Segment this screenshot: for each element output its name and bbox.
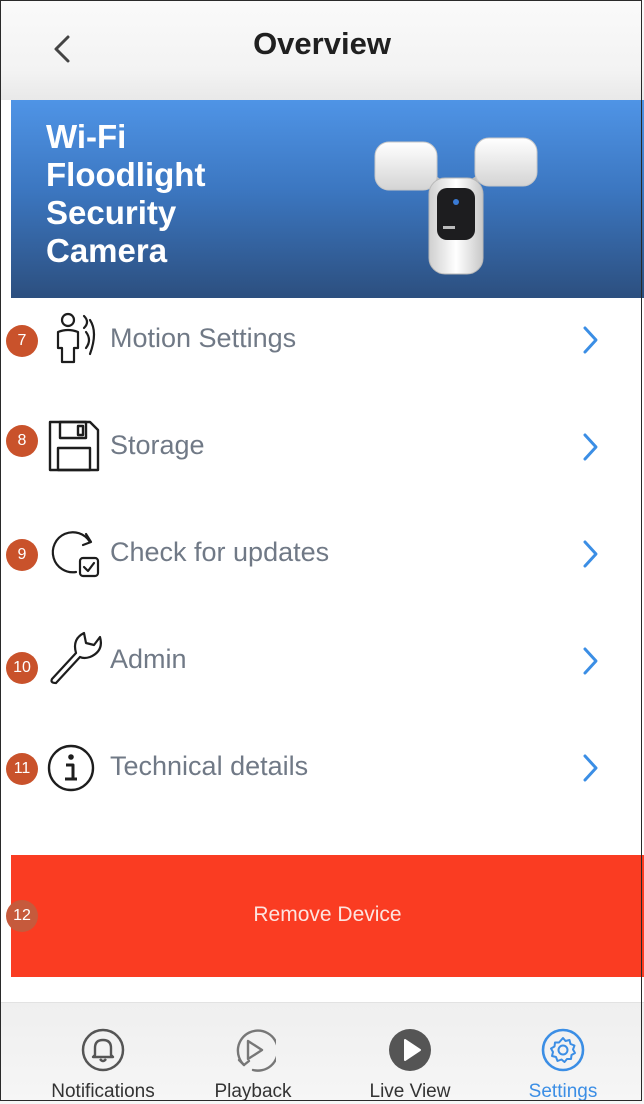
info-icon xyxy=(47,744,95,792)
tab-settings[interactable]: Settings xyxy=(493,1013,633,1102)
tab-live-view[interactable]: Live View xyxy=(340,1013,480,1102)
play-icon xyxy=(389,1029,431,1071)
chevron-right-icon xyxy=(583,540,598,568)
step-badge: 11 xyxy=(6,753,38,785)
tab-label: Settings xyxy=(528,1081,598,1102)
header-bar: Overview xyxy=(0,0,644,100)
chevron-right-icon xyxy=(583,326,598,354)
step-badge: 8 xyxy=(6,425,38,457)
bell-icon xyxy=(81,1028,125,1072)
tab-playback[interactable]: Playback xyxy=(183,1013,323,1102)
chevron-right-icon xyxy=(583,647,598,675)
step-badge: 10 xyxy=(6,652,38,684)
menu-item-label: Storage xyxy=(110,430,205,460)
menu-item-label: Check for updates xyxy=(110,537,330,567)
floppy-disk-icon xyxy=(48,420,100,472)
playback-icon xyxy=(236,1029,276,1072)
step-badge: 7 xyxy=(6,325,38,357)
menu-item-label: Admin xyxy=(110,644,187,674)
device-name: Wi-Fi Floodlight Security Camera xyxy=(46,118,206,269)
remove-device-label: Remove Device xyxy=(253,903,402,926)
wrench-icon xyxy=(50,631,102,685)
tab-label: Live View xyxy=(369,1081,451,1102)
menu-item-technical-details[interactable]: 11 Technical details xyxy=(6,726,644,833)
tab-label: Playback xyxy=(214,1081,292,1102)
menu-item-check-for-updates[interactable]: 9 Check for updates xyxy=(6,512,644,619)
step-badge: 9 xyxy=(6,539,38,571)
tab-label: Notifications xyxy=(51,1081,155,1102)
chevron-right-icon xyxy=(583,754,598,782)
floodlight-camera-image xyxy=(374,137,538,275)
motion-person-icon xyxy=(56,312,96,364)
remove-device-button[interactable]: 12 Remove Device xyxy=(6,855,644,977)
menu-item-label: Technical details xyxy=(110,751,309,781)
device-banner: Wi-Fi Floodlight Security Camera xyxy=(11,100,644,298)
menu-item-storage[interactable]: 8 Storage xyxy=(6,405,644,512)
menu-item-motion-settings[interactable]: 7 Motion Settings xyxy=(6,298,644,405)
bottom-tab-bar: Notifications Playback Live View Setting… xyxy=(0,1002,644,1104)
update-check-icon xyxy=(51,531,100,578)
gear-icon xyxy=(541,1028,585,1072)
menu-item-admin[interactable]: 10 Admin xyxy=(6,619,644,726)
menu-item-label: Motion Settings xyxy=(110,323,297,353)
page-title: Overview xyxy=(253,26,391,61)
tab-notifications[interactable]: Notifications xyxy=(33,1013,173,1102)
chevron-right-icon xyxy=(583,433,598,461)
